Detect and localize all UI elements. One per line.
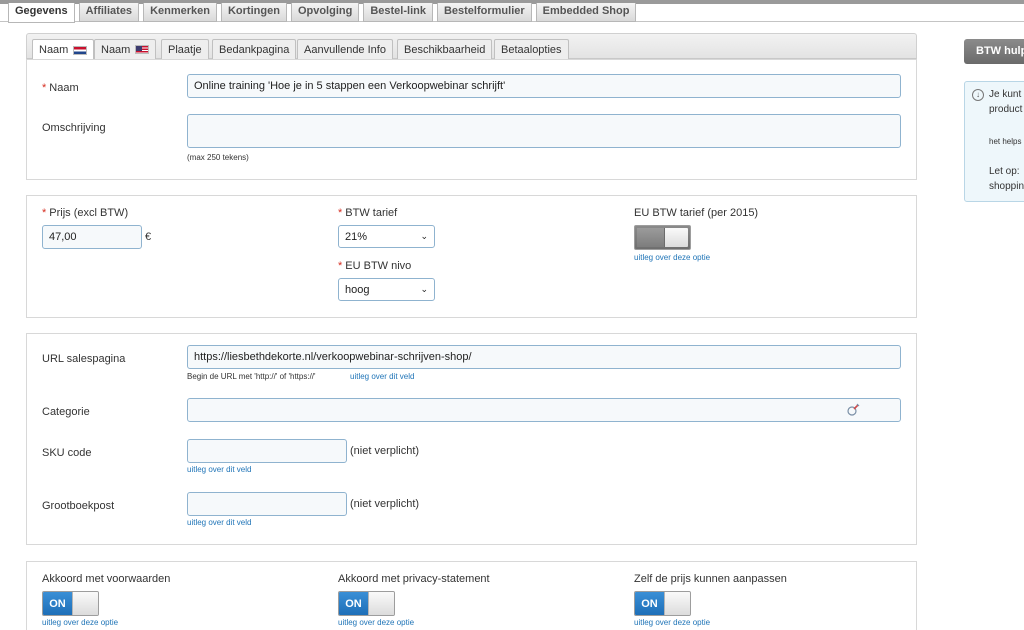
privacy-label: Akkoord met privacy-statement	[338, 573, 490, 585]
url-label: URL salespagina	[42, 353, 126, 365]
description-hint: (max 250 tekens)	[187, 153, 249, 162]
tab-embedded-shop[interactable]: Embedded Shop	[535, 3, 637, 22]
terms-label: Akkoord met voorwaarden	[42, 573, 171, 585]
vat-rate-value: 21%	[345, 230, 368, 243]
sku-help-link[interactable]: uitleg over dit veld	[187, 465, 251, 474]
help-text-line: shopping	[989, 181, 1024, 192]
toggle-on-label: ON	[339, 592, 368, 615]
price-panel: * Prijs (excl BTW) 47,00 € * BTW tarief 21…	[26, 195, 917, 318]
sku-input[interactable]	[187, 439, 347, 463]
btw-help-button[interactable]: BTW hulp	[964, 39, 1024, 64]
tab-gegevens[interactable]: Gegevens	[8, 3, 75, 23]
eu-vat-rate-label: EU BTW tarief (per 2015)	[634, 207, 759, 219]
toggle-on-label: ON	[635, 592, 664, 615]
chevron-down-icon: ⌄	[420, 284, 428, 294]
name-panel: * Naam Online training 'Hoe je in 5 stapp…	[26, 59, 917, 180]
url-input[interactable]: https://liesbethdekorte.nl/verkoopwebina…	[187, 345, 901, 369]
custom-price-toggle[interactable]: ON	[634, 591, 691, 616]
ledger-help-link[interactable]: uitleg over dit veld	[187, 518, 251, 527]
details-panel: URL salespagina https://liesbethdekorte.…	[26, 333, 917, 545]
options-panel: Akkoord met voorwaarden ON uitleg over d…	[26, 561, 917, 630]
tab-bestelformulier[interactable]: Bestelformulier	[436, 3, 532, 22]
category-label: Categorie	[42, 406, 90, 418]
edit-category-icon[interactable]	[846, 403, 860, 417]
subtab-betaalopties[interactable]: Betaalopties	[494, 39, 569, 59]
description-label: Omschrijving	[42, 122, 106, 134]
terms-toggle[interactable]: ON	[42, 591, 99, 616]
terms-help-link[interactable]: uitleg over deze optie	[42, 618, 118, 627]
custom-price-label: Zelf de prijs kunnen aanpassen	[634, 573, 787, 585]
toggle-knob	[664, 228, 688, 247]
subtab-naam-en[interactable]: Naam	[94, 39, 157, 59]
help-box: ↓ Je kunt product het helps Let op: shop…	[964, 81, 1024, 202]
url-help-link[interactable]: uitleg over dit veld	[350, 372, 414, 381]
vat-rate-select[interactable]: 21% ⌄	[338, 225, 435, 248]
subtab-bedankpagina[interactable]: Bedankpagina	[212, 39, 297, 59]
ledger-label: Grootboekpost	[42, 500, 115, 512]
eu-vat-rate-toggle[interactable]	[634, 225, 691, 250]
url-hint: Begin de URL met 'http://' of 'https://'	[187, 372, 316, 381]
ledger-optional-note: (niet verplicht)	[350, 498, 420, 510]
vat-rate-label: * BTW tarief	[338, 207, 398, 219]
price-input[interactable]: 47,00	[42, 225, 142, 249]
ledger-input[interactable]	[187, 492, 347, 516]
toggle-knob	[72, 592, 98, 615]
subtab-naam-nl[interactable]: Naam	[32, 39, 95, 60]
main-tabs: Gegevens Affiliates Kenmerken Kortingen …	[8, 3, 640, 23]
privacy-help-link[interactable]: uitleg over deze optie	[338, 618, 414, 627]
tab-opvolging[interactable]: Opvolging	[290, 3, 360, 22]
sku-optional-note: (niet verplicht)	[350, 445, 420, 457]
currency-label: €	[145, 231, 152, 243]
sub-tabs-bar: Naam Naam Plaatje Bedankpagina Aanvullen…	[26, 33, 917, 60]
help-text-line: Let op:	[989, 166, 1020, 177]
name-input[interactable]: Online training 'Hoe je in 5 stappen een…	[187, 74, 901, 98]
chevron-down-icon: ⌄	[420, 231, 428, 241]
info-arrow-icon: ↓	[972, 89, 984, 101]
subtab-beschikbaarheid[interactable]: Beschikbaarheid	[397, 39, 493, 59]
tab-affiliates[interactable]: Affiliates	[78, 3, 140, 22]
subtab-label: Naam	[101, 43, 131, 56]
eu-vat-rate-help-link[interactable]: uitleg over deze optie	[634, 253, 710, 262]
subtab-plaatje[interactable]: Plaatje	[161, 39, 209, 59]
privacy-toggle[interactable]: ON	[338, 591, 395, 616]
us-flag-icon	[135, 45, 150, 54]
eu-vat-level-value: hoog	[345, 283, 370, 296]
eu-vat-level-label: * EU BTW nivo	[338, 260, 412, 272]
eu-vat-level-select[interactable]: hoog ⌄	[338, 278, 435, 301]
tab-bestel-link[interactable]: Bestel-link	[363, 3, 433, 22]
sku-label: SKU code	[42, 447, 92, 459]
toggle-knob	[368, 592, 394, 615]
help-text-line: het helps	[989, 137, 1022, 146]
subtab-label: Naam	[39, 44, 69, 56]
toggle-track	[637, 228, 664, 247]
toggle-on-label: ON	[43, 592, 72, 615]
category-input[interactable]	[187, 398, 901, 422]
name-label: * Naam	[42, 82, 79, 94]
dutch-flag-icon	[73, 45, 88, 55]
subtab-aanvullende-info[interactable]: Aanvullende Info	[297, 39, 393, 59]
tab-kenmerken[interactable]: Kenmerken	[143, 3, 217, 22]
help-text-line: Je kunt	[989, 89, 1022, 100]
tab-kortingen[interactable]: Kortingen	[220, 3, 287, 22]
description-textarea[interactable]	[187, 114, 901, 148]
toggle-knob	[664, 592, 690, 615]
price-label: * Prijs (excl BTW)	[42, 207, 129, 219]
help-text-line: product	[989, 104, 1023, 115]
custom-price-help-link[interactable]: uitleg over deze optie	[634, 618, 710, 627]
